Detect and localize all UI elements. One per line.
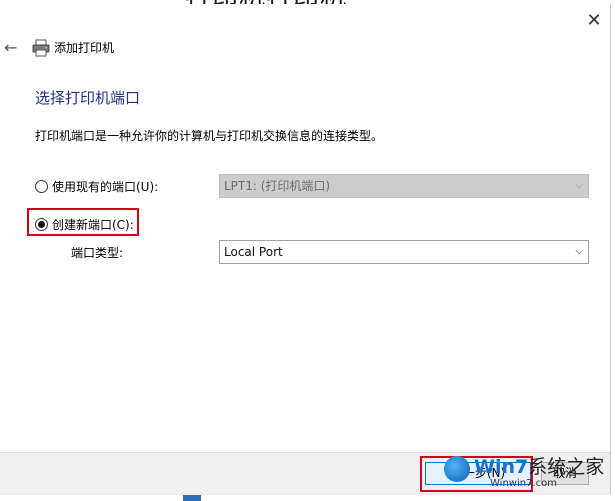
annotation-highlight-new-port <box>27 208 139 236</box>
printer-icon <box>32 39 50 57</box>
taskbar-fragment <box>183 495 201 501</box>
page-description: 打印机端口是一种允许你的计算机与打印机交换信息的连接类型。 <box>35 129 384 143</box>
chevron-down-icon: ⌵ <box>575 180 583 191</box>
radio-circle-existing[interactable] <box>35 179 48 193</box>
watermark-url: Winwin7.com <box>490 478 557 489</box>
watermark-brand: Win7系统之家 <box>474 452 604 479</box>
port-type-select[interactable]: Local Port ⌵ <box>219 240 589 264</box>
existing-port-value: LPT1: (打印机端口) <box>224 179 331 193</box>
use-existing-port-radio[interactable]: 使用现有的端口(U): <box>35 177 158 195</box>
chevron-down-icon[interactable]: ⌵ <box>575 241 583 263</box>
site-watermark: Win7系统之家 Winwin7.com <box>440 448 610 496</box>
windows-logo-icon <box>444 456 470 482</box>
wizard-title: 添加打印机 <box>54 41 115 55</box>
port-type-label: 端口类型: <box>71 246 124 260</box>
watermark-brand-name: Win7 <box>474 456 529 478</box>
watermark-cn: 系统之家 <box>528 456 605 478</box>
back-arrow-icon[interactable]: ← <box>4 37 22 59</box>
use-existing-port-label: 使用现有的端口(U): <box>52 179 159 194</box>
port-type-value: Local Port <box>224 245 283 259</box>
close-button[interactable]: ✕ <box>583 10 605 32</box>
existing-port-select: LPT1: (打印机端口) ⌵ <box>219 174 589 198</box>
page-heading: 选择打印机端口 <box>35 89 141 107</box>
